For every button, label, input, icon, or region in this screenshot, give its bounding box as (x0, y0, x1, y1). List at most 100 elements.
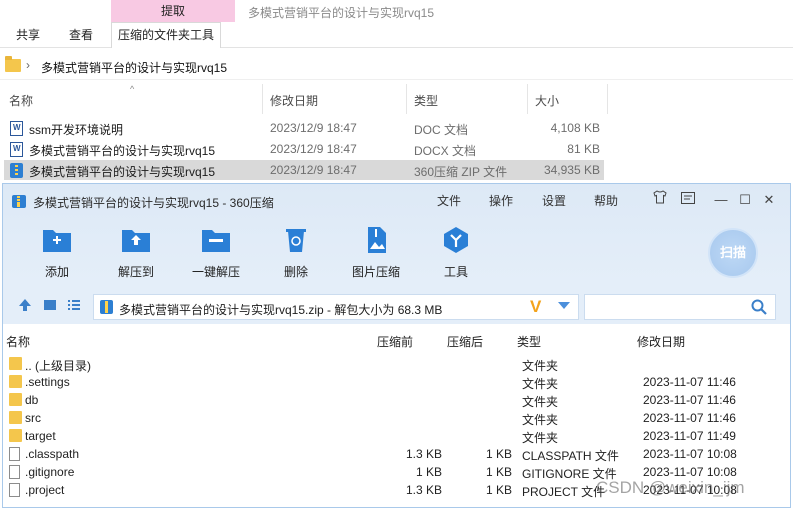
explorer-ribbon: 提取 多模式营销平台的设计与实现rvq15 共享 查看 压缩的文件夹工具 (0, 0, 793, 48)
archive-row[interactable]: .classpath 1.3 KB 1 KB CLASSPATH 文件 2023… (3, 445, 790, 463)
tools-icon (444, 227, 468, 253)
file-list-header: ^ 名称 修改日期 类型 大小 (0, 84, 610, 114)
entry-date: 2023-11-07 10:08 (643, 447, 737, 461)
maximize-icon[interactable]: ☐ (734, 190, 756, 210)
one-click-extract-label: 一键解压 (191, 265, 240, 279)
archive-row[interactable]: target 文件夹 2023-11-07 11:49 (3, 427, 790, 445)
search-input[interactable] (584, 294, 776, 320)
entry-type: CLASSPATH 文件 (522, 449, 619, 463)
file-row-selected[interactable]: 多模式营销平台的设计与实现rvq15 2023/12/9 18:47 360压缩… (4, 160, 604, 180)
entry-date: 2023-11-07 11:49 (643, 429, 736, 443)
entry-type: 文件夹 (522, 359, 559, 373)
entry-name: .. (上级目录) (25, 359, 91, 373)
archive-list-header: 名称 压缩前 压缩后 类型 修改日期 (3, 329, 790, 351)
folder-icon (9, 357, 22, 370)
add-label: 添加 (44, 265, 69, 279)
folder-icon (9, 429, 22, 442)
minimize-icon[interactable]: — (710, 190, 732, 210)
zip360-window-title: 多模式营销平台的设计与实现rvq15 - 360压缩 (33, 196, 274, 210)
address-bar[interactable]: › 多模式营销平台的设计与实现rvq15 (0, 54, 793, 80)
file-icon (9, 465, 20, 479)
column-type[interactable]: 类型 (517, 333, 541, 350)
go-up-icon[interactable] (17, 298, 33, 314)
archive-path-text: 多模式营销平台的设计与实现rvq15.zip - 解包大小为 68.3 MB (119, 303, 443, 317)
entry-name: .gitignore (25, 465, 75, 479)
column-date[interactable]: 修改日期 (270, 92, 318, 109)
column-packed[interactable]: 压缩后 (447, 333, 483, 350)
file-row[interactable]: 多模式营销平台的设计与实现rvq15 2023/12/9 18:47 DOCX … (4, 139, 604, 159)
menu-settings[interactable]: 设置 (542, 192, 566, 209)
archive-path-box[interactable]: 多模式营销平台的设计与实现rvq15.zip - 解包大小为 68.3 MB V (93, 294, 579, 320)
one-click-extract-button[interactable]: 一键解压 (181, 222, 251, 282)
image-compress-button[interactable]: 图片压缩 (341, 222, 411, 282)
column-divider[interactable] (406, 84, 407, 114)
column-type[interactable]: 类型 (414, 92, 438, 109)
list-view-icon[interactable] (66, 298, 82, 314)
column-date[interactable]: 修改日期 (637, 333, 685, 350)
address-path[interactable]: 多模式营销平台的设计与实现rvq15 (41, 59, 227, 76)
scan-button[interactable]: 扫描 (708, 228, 758, 278)
feedback-icon[interactable] (677, 190, 699, 210)
entry-name: src (25, 411, 41, 425)
column-name[interactable]: 名称 (6, 333, 30, 350)
entry-size: 1.3 KB (405, 447, 442, 461)
entry-name: db (25, 393, 39, 407)
file-icon (9, 447, 20, 461)
zip360-window: 多模式营销平台的设计与实现rvq15 - 360压缩 文件 操作 设置 帮助 —… (2, 183, 791, 508)
delete-recycle-icon (286, 229, 306, 252)
folder-icon (9, 375, 22, 388)
file-date: 2023/12/9 18:47 (270, 142, 357, 156)
column-size[interactable]: 压缩前 (377, 333, 413, 350)
column-size[interactable]: 大小 (535, 92, 559, 109)
menu-help[interactable]: 帮助 (594, 192, 618, 209)
csdn-watermark: CSDN @weixin_ijm (596, 478, 745, 497)
zip360-logo-icon (12, 195, 26, 208)
column-divider[interactable] (262, 84, 263, 114)
file-name: ssm开发环境说明 (29, 123, 123, 137)
path-dropdown-icon[interactable] (558, 302, 570, 309)
file-icon (9, 483, 20, 497)
zip-archive-icon (10, 163, 23, 178)
file-name: 多模式营销平台的设计与实现rvq15 (29, 165, 216, 179)
skin-shirt-icon[interactable] (649, 190, 671, 210)
extract-to-button[interactable]: 解压到 (101, 222, 171, 282)
column-divider[interactable] (607, 84, 608, 114)
delete-button[interactable]: 删除 (261, 222, 331, 282)
column-name[interactable]: 名称 (9, 92, 33, 109)
entry-name: .project (25, 483, 65, 497)
add-button[interactable]: 添加 (22, 222, 92, 282)
column-divider[interactable] (527, 84, 528, 114)
file-date: 2023/12/9 18:47 (270, 121, 357, 135)
entry-date: 2023-11-07 11:46 (643, 375, 736, 389)
chevron-right-icon[interactable]: › (26, 58, 30, 72)
entry-date: 2023-11-07 10:08 (643, 465, 737, 479)
search-icon[interactable] (751, 299, 767, 315)
entry-date: 2023-11-07 11:46 (643, 411, 736, 425)
thumbnail-view-icon[interactable] (42, 298, 58, 314)
tab-share[interactable]: 共享 (16, 24, 40, 46)
entry-type: 文件夹 (522, 431, 559, 445)
archive-row[interactable]: .settings 文件夹 2023-11-07 11:46 (3, 373, 790, 391)
tools-button[interactable]: 工具 (421, 222, 491, 282)
file-date: 2023/12/9 18:47 (270, 163, 357, 177)
explorer-window-title: 多模式营销平台的设计与实现rvq15 (248, 6, 435, 20)
tab-view[interactable]: 查看 (69, 24, 93, 46)
file-size: 34,935 KB (543, 163, 600, 177)
file-row[interactable]: ssm开发环境说明 2023/12/9 18:47 DOC 文档 4,108 K… (4, 118, 604, 138)
archive-row[interactable]: db 文件夹 2023-11-07 11:46 (3, 391, 790, 409)
word-docx-icon (10, 142, 23, 157)
folder-icon (9, 393, 22, 406)
tab-extract[interactable]: 提取 (111, 0, 235, 22)
menu-file[interactable]: 文件 (437, 192, 461, 209)
close-icon[interactable]: ✕ (758, 190, 780, 210)
archive-row[interactable]: src 文件夹 2023-11-07 11:46 (3, 409, 790, 427)
delete-label: 删除 (283, 265, 308, 279)
archive-row[interactable]: .. (上级目录) 文件夹 (3, 355, 790, 373)
entry-packed: 1 KB (485, 465, 512, 479)
menu-operate[interactable]: 操作 (489, 192, 513, 209)
vip-v-icon[interactable]: V (530, 297, 541, 317)
zip-archive-icon (100, 300, 113, 314)
tab-compressed-folder-tools[interactable]: 压缩的文件夹工具 (111, 22, 222, 48)
entry-type: 文件夹 (522, 395, 559, 409)
entry-packed: 1 KB (485, 447, 512, 461)
